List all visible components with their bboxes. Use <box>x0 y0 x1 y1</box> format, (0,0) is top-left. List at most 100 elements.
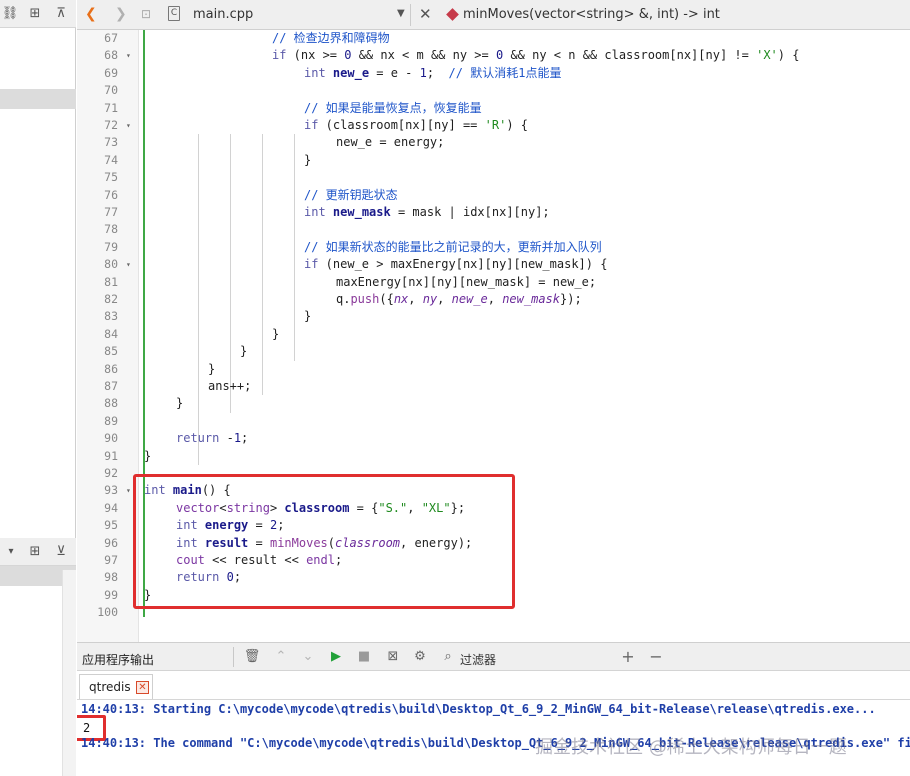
code-text: } <box>176 396 184 411</box>
watermark-text: 掘金技术社区 @稀土大架构师每日一题 <box>535 737 847 758</box>
line-number: 70 <box>104 83 118 98</box>
lock-icon[interactable]: ⊡ <box>141 7 151 21</box>
trash-icon[interactable]: 🗑 <box>243 648 261 666</box>
line-number: 69 <box>104 65 118 80</box>
chevron-down-icon[interactable]: ▼ <box>397 8 405 19</box>
collapse-down-icon[interactable]: ⊻ <box>52 543 70 561</box>
close-icon[interactable]: ✕ <box>419 5 432 23</box>
code-line[interactable]: 84} <box>77 326 910 343</box>
filter-input-label[interactable]: 过滤器 <box>460 651 496 668</box>
code-line[interactable]: 69 int new_e = e - 1; // 默认消耗1点能量 <box>77 65 910 82</box>
code-line[interactable]: 79 // 如果新状态的能量比之前记录的大，更新并加入队列 <box>77 239 910 256</box>
nav-forward-icon[interactable]: ❯ <box>115 6 127 22</box>
code-line[interactable]: 73 new_e = energy; <box>77 134 910 151</box>
code-line[interactable]: 83} <box>77 308 910 325</box>
line-number: 95 <box>104 518 118 533</box>
code-text: if (classroom[nx][ny] == 'R') { <box>304 118 528 132</box>
line-number: 86 <box>104 361 118 376</box>
code-line[interactable]: 76 // 更新钥匙状态 <box>77 187 910 204</box>
code-line[interactable]: 88} <box>77 395 910 412</box>
line-number: 72 <box>104 118 118 132</box>
plus-icon[interactable]: + <box>619 648 637 666</box>
close-icon[interactable]: ✕ <box>136 681 149 694</box>
add-split-icon[interactable]: ⊞ <box>26 543 44 561</box>
code-text: } <box>272 326 280 341</box>
code-line[interactable]: 74} <box>77 152 910 169</box>
tab-separator <box>410 4 411 26</box>
line-number: 78 <box>104 222 118 237</box>
line-number: 83 <box>104 309 118 324</box>
fold-marker-icon[interactable]: ▾ <box>126 47 131 64</box>
clean-icon[interactable]: ⊠ <box>384 648 402 666</box>
line-number: 94 <box>104 500 118 515</box>
line-number: 74 <box>104 152 118 167</box>
chevron-up-icon[interactable]: ⌃ <box>272 648 290 666</box>
code-text: if (new_e > maxEnergy[nx][ny][new_mask])… <box>304 257 608 272</box>
code-line[interactable]: 75 <box>77 169 910 186</box>
line-number: 76 <box>104 187 118 202</box>
code-line[interactable]: 80 ▾ if (new_e > maxEnergy[nx][ny][new_mas… <box>77 256 910 273</box>
output-pane-title: 应用程序输出 <box>82 653 155 667</box>
code-text: // 如果新状态的能量比之前记录的大，更新并加入队列 <box>304 239 602 254</box>
line-number: 93 <box>104 483 118 498</box>
search-icon[interactable]: ⌕ <box>439 648 457 666</box>
code-line[interactable]: 82 q.push({nx, ny, new_e, new_mask}); <box>77 291 910 308</box>
line-number: 89 <box>104 413 118 428</box>
code-text: return -1; <box>176 431 249 446</box>
collapse-up-icon[interactable]: ⊼ <box>52 5 70 23</box>
add-split-icon[interactable]: ⊞ <box>26 5 44 23</box>
link-icon[interactable]: ⛓ <box>1 5 19 23</box>
code-line[interactable]: 85} <box>77 343 910 360</box>
fold-marker-icon[interactable]: ▾ <box>126 482 131 499</box>
fold-marker-icon[interactable]: ▾ <box>126 117 131 134</box>
code-line[interactable]: 89 <box>77 413 910 430</box>
line-number: 87 <box>104 379 118 393</box>
code-text: int new_e = e - 1; // 默认消耗1点能量 <box>304 65 562 80</box>
left-sidebar-panel: ⛓ ⊞ ⊼ ▾ ⊞ ⊻ <box>0 0 76 776</box>
line-number: 91 <box>104 448 118 463</box>
nav-back-icon[interactable]: ❮ <box>85 6 97 22</box>
line-number: 77 <box>104 205 118 219</box>
gear-icon[interactable]: ⚙ <box>411 648 429 666</box>
code-text: maxEnergy[nx][ny][new_mask] = new_e; <box>336 274 597 289</box>
code-text: q.push({nx, ny, new_e, new_mask}); <box>336 292 582 306</box>
code-text: ans++; <box>208 379 252 393</box>
line-number: 92 <box>104 466 118 480</box>
code-line[interactable]: 81 maxEnergy[nx][ny][new_mask] = new_e; <box>77 274 910 291</box>
line-number: 85 <box>104 344 118 359</box>
line-number: 73 <box>104 135 118 150</box>
chevron-down-icon[interactable]: ⌄ <box>299 648 317 666</box>
sidebar-scrollbar[interactable] <box>62 570 76 776</box>
line-number: 100 <box>97 605 118 620</box>
code-line[interactable]: 91} <box>77 448 910 465</box>
code-line[interactable]: 68 ▾ if (nx >= 0 && nx < m && ny >= 0 && n… <box>77 47 910 64</box>
line-number: 88 <box>104 396 118 411</box>
fold-marker-icon[interactable]: ▾ <box>126 256 131 273</box>
stop-icon[interactable]: ■ <box>355 648 373 666</box>
sidebar-selected-row[interactable] <box>0 89 76 109</box>
code-line[interactable]: 70 <box>77 82 910 99</box>
run-icon[interactable]: ▶ <box>327 648 345 666</box>
code-text: int new_mask = mask | idx[nx][ny]; <box>304 205 550 219</box>
code-line[interactable]: 87 ans++; <box>77 378 910 395</box>
code-line[interactable]: 67 // 检查边界和障碍物 <box>77 30 910 47</box>
code-line[interactable]: 86} <box>77 361 910 378</box>
function-symbol-icon <box>446 8 459 21</box>
application-output-text[interactable]: 14:40:13: Starting C:\mycode\mycode\qtre… <box>77 700 910 776</box>
output-tab-qtredis[interactable]: qtredis ✕ <box>79 674 153 699</box>
code-line[interactable]: 72 ▾ if (classroom[nx][ny] == 'R') { <box>77 117 910 134</box>
code-line[interactable]: 78 <box>77 221 910 238</box>
line-number: 97 <box>104 553 118 567</box>
code-line[interactable]: 71 // 如果是能量恢复点，恢复能量 <box>77 100 910 117</box>
sidebar-bottom-toolbar: ▾ ⊞ ⊻ <box>0 538 76 566</box>
main-function-highlight-box <box>133 474 515 609</box>
line-number: 75 <box>104 170 118 185</box>
code-editor[interactable]: 67 // 检查边界和障碍物 68 ▾ if (nx >= 0 && nx < m &&… <box>77 30 910 642</box>
open-file-name[interactable]: main.cpp <box>193 7 253 22</box>
code-line[interactable]: 90 return -1; <box>77 430 910 447</box>
line-number: 71 <box>104 100 118 115</box>
minus-icon[interactable]: − <box>647 648 665 666</box>
code-line[interactable]: 77 int new_mask = mask | idx[nx][ny]; <box>77 204 910 221</box>
function-symbol-selector[interactable]: minMoves(vector<string> &, int) -> int <box>463 7 720 22</box>
chevron-down-icon[interactable]: ▾ <box>2 543 20 561</box>
